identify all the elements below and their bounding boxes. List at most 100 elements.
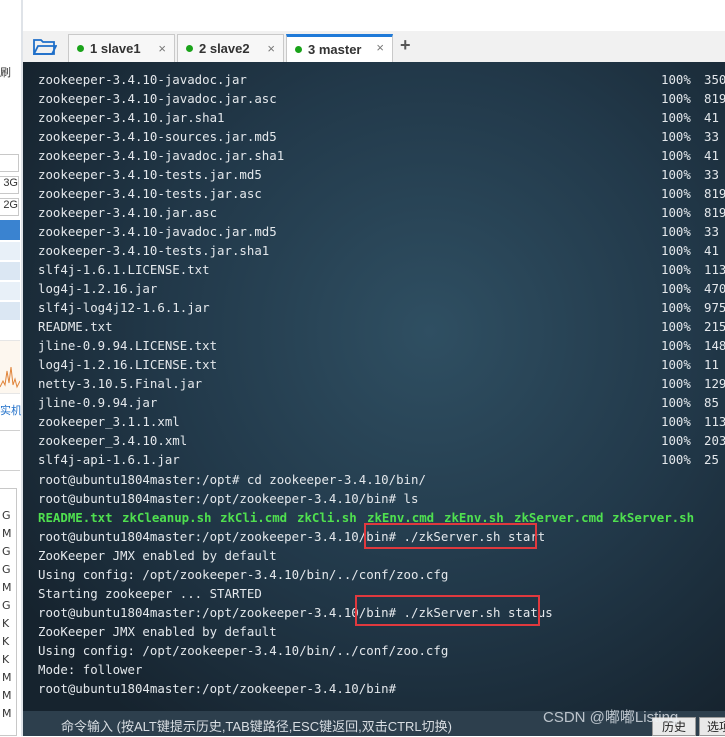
left-panel-field[interactable]: 2G bbox=[0, 198, 19, 216]
tab-master[interactable]: 3 master × bbox=[286, 34, 393, 62]
file-name: log4j-1.2.16.LICENSE.txt bbox=[38, 357, 218, 372]
file-name: zookeeper-3.4.10-tests.jar.asc bbox=[38, 186, 262, 201]
close-icon[interactable]: × bbox=[158, 41, 166, 56]
file-name: zookeeper-3.4.10-sources.jar.md5 bbox=[38, 129, 277, 144]
transfer-percent: 100% bbox=[661, 357, 691, 372]
file-name: netty-3.10.5.Final.jar bbox=[38, 376, 203, 391]
left-panel-fragment: M bbox=[2, 689, 12, 702]
left-panel-fragment: G bbox=[2, 599, 11, 612]
left-panel-fragment: 2G bbox=[3, 199, 18, 211]
left-panel-link[interactable]: 实机 bbox=[0, 402, 22, 418]
file-size: 350 bbox=[704, 72, 725, 87]
tab-label: 2 slave2 bbox=[199, 41, 250, 56]
transfer-percent: 100% bbox=[661, 281, 691, 296]
ls-entry: zkCleanup.sh bbox=[122, 510, 212, 525]
file-size: 11 bbox=[704, 357, 719, 372]
left-panel-fragment: G bbox=[2, 545, 11, 558]
file-size: 33 bbox=[704, 224, 719, 239]
terminal-line: root@ubuntu1804master:/opt/zookeeper-3.4… bbox=[38, 491, 419, 506]
file-size: 1489 bbox=[704, 338, 725, 353]
session-tab-bar: 1 slave1 × 2 slave2 × 3 master × + bbox=[23, 31, 725, 63]
transfer-percent: 100% bbox=[661, 129, 691, 144]
terminal-line: ZooKeeper JMX enabled by default bbox=[38, 548, 277, 563]
close-icon[interactable]: × bbox=[376, 40, 384, 55]
tab-label: 1 slave1 bbox=[90, 41, 141, 56]
tab-slave2[interactable]: 2 slave2 × bbox=[177, 34, 284, 62]
folder-icon[interactable] bbox=[33, 37, 57, 56]
file-size: 25 bbox=[704, 452, 719, 467]
new-tab-icon[interactable]: + bbox=[400, 35, 411, 56]
terminal-line: Using config: /opt/zookeeper-3.4.10/bin/… bbox=[38, 567, 449, 582]
transfer-percent: 100% bbox=[661, 414, 691, 429]
left-panel-fragment: M bbox=[2, 671, 12, 684]
file-name: zookeeper-3.4.10.jar.sha1 bbox=[38, 110, 225, 125]
close-icon[interactable]: × bbox=[267, 41, 275, 56]
file-name: zookeeper-3.4.10-javadoc.jar.asc bbox=[38, 91, 277, 106]
left-panel-fragment: K bbox=[2, 617, 10, 630]
file-size: 203 bbox=[704, 433, 725, 448]
options-button[interactable]: 选项 bbox=[699, 717, 725, 736]
left-panel-fragment: 刷 bbox=[0, 66, 11, 79]
left-panel-fragment: 3G bbox=[3, 177, 18, 189]
file-size: 41 bbox=[704, 110, 719, 125]
status-command-highlight bbox=[355, 595, 540, 626]
connected-status-icon bbox=[295, 46, 302, 53]
file-size: 470 bbox=[704, 281, 725, 296]
terminal-line: Mode: follower bbox=[38, 662, 143, 677]
left-panel-divider bbox=[0, 430, 20, 431]
file-name: zookeeper-3.4.10.jar.asc bbox=[38, 205, 218, 220]
left-panel-divider bbox=[0, 470, 20, 471]
left-panel-row[interactable] bbox=[0, 242, 20, 260]
left-side-panel: 刷 3G 2G 实机 G M G G M G K K K M M M bbox=[0, 0, 22, 736]
file-size: 819 bbox=[704, 205, 725, 220]
left-panel-selected-row[interactable] bbox=[0, 220, 20, 240]
left-panel-row[interactable] bbox=[0, 282, 20, 300]
file-name: zookeeper-3.4.10-javadoc.jar.sha1 bbox=[38, 148, 285, 163]
transfer-percent: 100% bbox=[661, 433, 691, 448]
connected-status-icon bbox=[186, 45, 193, 52]
command-input-hint[interactable]: 命令输入 (按ALT键提示历史,TAB键路径,ESC键返回,双击CTRL切换) bbox=[61, 716, 452, 735]
left-panel-field[interactable]: 3G bbox=[0, 176, 19, 194]
left-panel-field[interactable] bbox=[0, 154, 19, 172]
ls-entry: README.txt bbox=[38, 510, 113, 525]
left-panel-fragment: K bbox=[2, 635, 10, 648]
transfer-percent: 100% bbox=[661, 262, 691, 277]
tab-label: 3 master bbox=[308, 42, 362, 57]
transfer-percent: 100% bbox=[661, 224, 691, 239]
file-size: 819 bbox=[704, 91, 725, 106]
transfer-percent: 100% bbox=[661, 300, 691, 315]
file-name: slf4j-api-1.6.1.jar bbox=[38, 452, 180, 467]
transfer-percent: 100% bbox=[661, 72, 691, 87]
file-name: zookeeper_3.4.10.xml bbox=[38, 433, 188, 448]
left-panel-fragment: K bbox=[2, 653, 10, 666]
file-name: jline-0.9.94.LICENSE.txt bbox=[38, 338, 218, 353]
terminal-line: Starting zookeeper ... STARTED bbox=[38, 586, 262, 601]
transfer-percent: 100% bbox=[661, 205, 691, 220]
left-panel-fragment: M bbox=[2, 527, 12, 540]
file-size: 85 bbox=[704, 395, 719, 410]
terminal-line: ZooKeeper JMX enabled by default bbox=[38, 624, 277, 639]
terminal-output[interactable]: zookeeper-3.4.10-javadoc.jar 100% 350 zooke… bbox=[23, 62, 725, 736]
left-panel-fragment: G bbox=[2, 509, 11, 522]
left-panel-row[interactable] bbox=[0, 262, 20, 280]
file-name: zookeeper_3.1.1.xml bbox=[38, 414, 180, 429]
tab-slave1[interactable]: 1 slave1 × bbox=[68, 34, 175, 62]
ls-entry: zkServer.sh bbox=[612, 510, 695, 525]
file-name: zookeeper-3.4.10-javadoc.jar.md5 bbox=[38, 224, 277, 239]
file-name: jline-0.9.94.jar bbox=[38, 395, 158, 410]
start-command-highlight bbox=[364, 523, 537, 549]
file-size: 33 bbox=[704, 129, 719, 144]
file-name: slf4j-log4j12-1.6.1.jar bbox=[38, 300, 210, 315]
left-panel-row[interactable] bbox=[0, 302, 20, 320]
transfer-percent: 100% bbox=[661, 110, 691, 125]
transfer-percent: 100% bbox=[661, 148, 691, 163]
file-name: zookeeper-3.4.10-tests.jar.md5 bbox=[38, 167, 262, 182]
watermark: CSDN @嘟嘟Listing bbox=[543, 709, 679, 726]
terminal-line: root@ubuntu1804master:/opt# cd zookeeper… bbox=[38, 472, 426, 487]
file-name: zookeeper-3.4.10-tests.jar.sha1 bbox=[38, 243, 270, 258]
transfer-percent: 100% bbox=[661, 376, 691, 391]
left-panel-fragment: G bbox=[2, 563, 11, 576]
left-panel-list: G M G G M G K K K M M M bbox=[0, 488, 17, 736]
left-panel-fragment: M bbox=[2, 581, 12, 594]
transfer-percent: 100% bbox=[661, 243, 691, 258]
